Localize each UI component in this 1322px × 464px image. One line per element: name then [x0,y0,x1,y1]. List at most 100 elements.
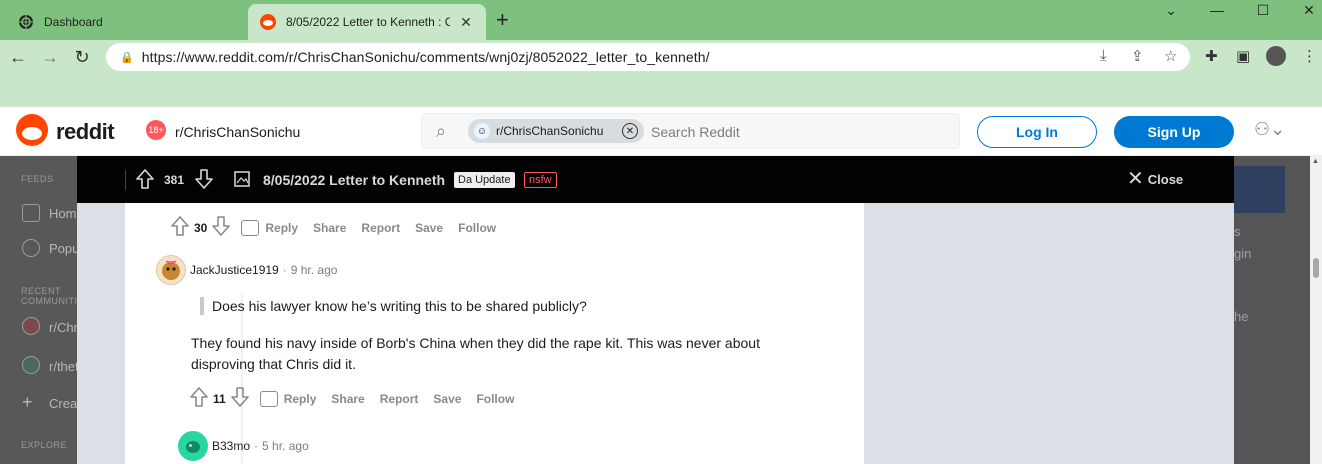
upvote-arrow-icon[interactable] [170,215,190,240]
post-top-bar: 381 8/05/2022 Letter to Kenneth Da Updat… [77,156,1234,203]
scroll-up-arrow-icon[interactable]: ▲ [1312,158,1319,165]
reload-icon[interactable]: ↻ [70,45,94,69]
downvote-arrow-icon[interactable] [211,215,231,240]
report-button[interactable]: Report [380,392,419,406]
install-app-icon[interactable]: ⤓ [1100,47,1107,64]
new-tab-button[interactable]: + [496,9,509,31]
share-icon[interactable]: ⇪ [1131,47,1144,65]
explore-heading: EXPLORE [21,440,68,450]
login-button[interactable]: Log In [977,116,1097,148]
reply-button[interactable]: Reply [241,219,298,236]
sidebar-fragment: he [1234,309,1249,324]
user-menu-icon[interactable]: ⚇⌄ [1254,119,1285,140]
search-bar[interactable]: ⌕ ☺ r/ChrisChanSonichu ✕ Search Reddit [421,113,960,149]
home-icon [22,204,40,222]
tab-close-icon[interactable]: ✕ [458,14,474,31]
post-score: 381 [164,173,185,187]
comment-score: 30 [194,220,208,235]
browser-menu-icon[interactable]: ⋮ [1302,47,1317,65]
close-label: Close [1147,171,1184,187]
follow-button[interactable]: Follow [458,221,496,235]
share-button[interactable]: Share [331,392,364,406]
close-button[interactable]: ✕ Close [1127,168,1184,190]
bookmark-star-icon[interactable]: ☆ [1164,47,1177,65]
tab-dashboard[interactable]: Dashboard [6,4,244,40]
save-button[interactable]: Save [433,392,461,406]
reply-bubble-icon [241,219,260,236]
post-flair[interactable]: Da Update [454,172,515,188]
profile-avatar[interactable] [1266,46,1286,66]
nsfw-community-badge: 18+ [146,120,166,140]
reply-bubble-icon [259,390,278,407]
comment-score: 11 [213,391,226,406]
avatar[interactable] [178,431,208,461]
address-bar[interactable]: 🔒 https://www.reddit.com/r/ChrisChanSoni… [106,43,1190,71]
comment-time[interactable]: 9 hr. ago [291,263,338,277]
comment-actions: 11 Reply Share Report Save Follow [189,386,514,411]
minimize-button[interactable]: — [1194,0,1240,20]
feeds-heading: FEEDS [21,174,54,184]
reply-button[interactable]: Reply [259,390,316,407]
sidebar-card [1234,166,1285,213]
separator-dot: · [282,263,287,277]
tab-search-icon[interactable]: ⌄ [1148,0,1194,20]
recent-community-avatar [22,317,40,335]
plus-icon: + [22,392,33,412]
tab-title: 8/05/2022 Letter to Kenneth : Chr [286,15,450,29]
close-icon: ✕ [1127,168,1144,190]
browser-toolbar: ← → ↻ 🔒 https://www.reddit.com/r/ChrisCh… [0,40,1322,74]
avatar[interactable] [156,255,186,285]
close-window-button[interactable]: ✕ [1286,0,1322,20]
back-arrow-icon[interactable]: ← [6,45,30,69]
save-button[interactable]: Save [415,221,443,235]
maximize-button[interactable]: ☐ [1240,0,1286,20]
comment-time[interactable]: 5 hr. ago [262,439,309,453]
community-avatar: ☺ [474,123,490,139]
post-title: 8/05/2022 Letter to Kenneth [263,172,446,188]
comment-author[interactable]: B33mo [212,439,250,453]
recent-community-avatar [22,356,40,374]
sidebar-fragment: s [1234,224,1241,239]
chip-remove-icon[interactable]: ✕ [622,123,638,139]
scrollbar-thumb[interactable] [1313,258,1319,278]
forward-arrow-icon[interactable]: → [38,45,62,69]
reddit-logo-icon[interactable] [16,114,48,146]
divider [125,170,126,190]
dashboard-favicon-icon [18,14,34,30]
reddit-header: reddit 18+ r/ChrisChanSonichu ⌕ ☺ r/Chri… [0,107,1322,156]
browser-tabstrip: Dashboard 8/05/2022 Letter to Kenneth : … [0,0,1322,40]
share-button[interactable]: Share [313,221,346,235]
comment-author[interactable]: JackJustice1919 [190,263,279,277]
search-community-chip[interactable]: ☺ r/ChrisChanSonichu ✕ [468,119,644,143]
signup-button[interactable]: Sign Up [1114,116,1234,148]
left-nav: FEEDS Home Popular RECENT COMMUNITIES r/… [0,156,165,464]
search-input[interactable]: Search Reddit [651,124,740,140]
page-scrollbar[interactable]: ▲ [1310,156,1322,464]
popular-icon [22,239,40,257]
comment-body: They found his navy inside of Borb's Chi… [191,335,760,372]
subreddit-name[interactable]: r/ChrisChanSonichu [175,124,300,140]
report-button[interactable]: Report [361,221,400,235]
tab-title: Dashboard [44,15,103,29]
post-overlay: 381 8/05/2022 Letter to Kenneth Da Updat… [77,156,1234,464]
lock-icon: 🔒 [120,51,134,64]
comment-header: JackJustice1919 · 9 hr. ago [156,255,337,285]
follow-button[interactable]: Follow [476,392,514,406]
reddit-favicon-icon [260,14,276,30]
downvote-arrow-icon[interactable] [194,168,214,195]
search-icon: ⌕ [436,121,447,141]
url-text: https://www.reddit.com/r/ChrisChanSonich… [141,49,710,65]
comment-actions: 30 Reply Share Report Save Follow [170,215,496,240]
side-panel-icon[interactable]: ▣ [1236,47,1250,65]
downvote-arrow-icon[interactable] [230,386,250,411]
comments-panel: 30 Reply Share Report Save Follow JackJu… [125,203,864,464]
reddit-wordmark[interactable]: reddit [56,119,115,145]
upvote-arrow-icon[interactable] [189,386,209,411]
tab-letter-to-kenneth[interactable]: 8/05/2022 Letter to Kenneth : Chr ✕ [248,4,486,40]
upvote-arrow-icon[interactable] [135,168,155,195]
search-chip-label: r/ChrisChanSonichu [496,124,604,138]
extensions-puzzle-icon[interactable]: ✚ [1205,47,1218,65]
image-post-icon [234,171,250,192]
sidebar-fragment: gin [1234,246,1252,261]
comment-quote: Does his lawyer know he’s writing this t… [200,297,587,315]
